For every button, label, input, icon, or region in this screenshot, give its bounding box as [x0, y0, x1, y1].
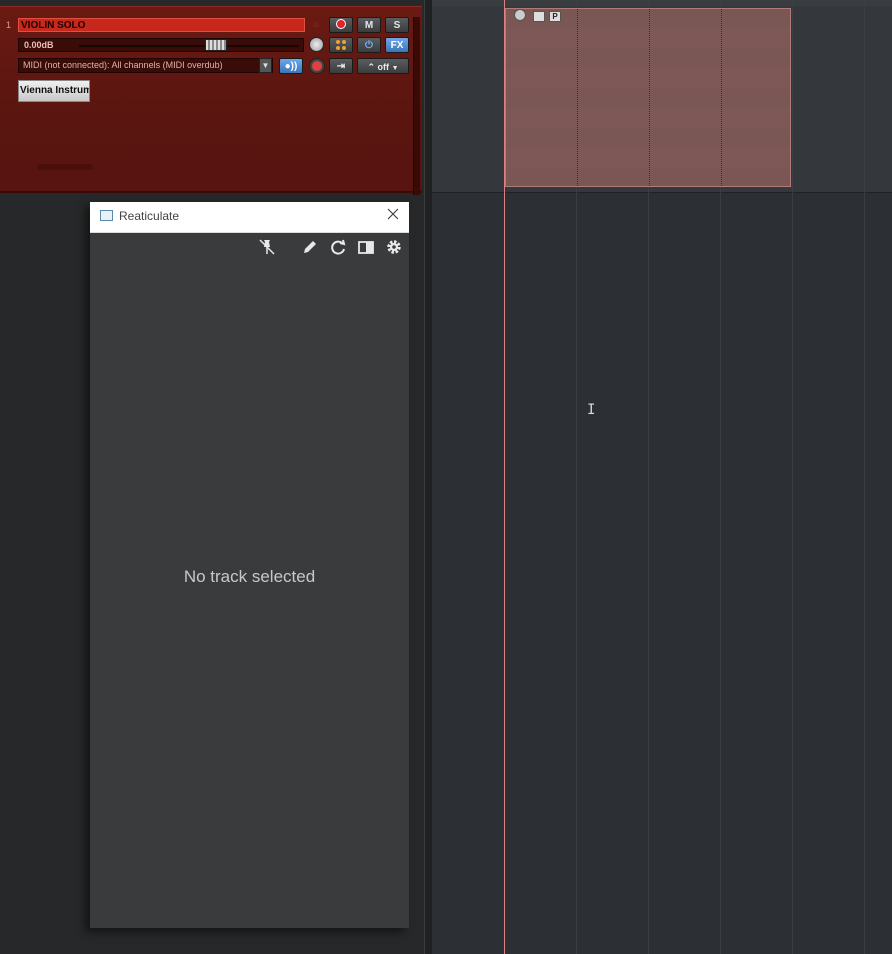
empty-state-message: No track selected [183, 567, 316, 586]
pan-knob[interactable] [309, 37, 324, 52]
record-monitor-button[interactable] [309, 58, 325, 74]
refresh-icon [331, 239, 346, 255]
volume-fader-thumb[interactable] [205, 39, 227, 51]
fx-button[interactable]: FX [385, 37, 409, 53]
io-icon: ⇥ [336, 61, 346, 72]
record-mode-icon [312, 61, 322, 71]
record-arm-button[interactable] [329, 17, 353, 33]
automation-mode-button[interactable]: ⌃ off ▼ [357, 58, 409, 74]
grid-line [792, 0, 793, 954]
routing-button[interactable] [329, 37, 353, 53]
arrange-view[interactable]: P I [432, 0, 892, 954]
close-button[interactable] [382, 205, 404, 227]
pin-icon [259, 239, 275, 255]
sidebar-toggle-button[interactable] [356, 237, 376, 257]
reaticulate-window[interactable]: Reaticulate No track selected [90, 202, 409, 928]
item-properties-icon[interactable]: P [549, 11, 561, 22]
pencil-icon [304, 241, 316, 253]
pin-button[interactable] [257, 237, 277, 257]
solo-button[interactable]: S [385, 17, 409, 33]
record-icon [336, 19, 346, 30]
track-header[interactable]: 1 VIOLIN SOLO ⌀ M S 0.00dB ⏻ FX MIDI (no… [0, 6, 422, 195]
refresh-button[interactable] [328, 237, 348, 257]
power-icon: ⏻ [365, 40, 373, 51]
volume-fader[interactable]: 0.00dB [18, 38, 304, 52]
input-select[interactable]: MIDI (not connected): All channels (MIDI… [18, 58, 273, 73]
text-cursor-icon: I [587, 402, 596, 418]
chevron-down-icon: ▼ [391, 65, 399, 72]
item-pooled-icon[interactable] [533, 11, 545, 22]
automation-mode-label: off [377, 62, 390, 72]
routing-icon [336, 40, 346, 50]
edit-cursor-line [504, 0, 505, 954]
phase-icon: ⌀ [313, 19, 320, 30]
midi-item[interactable]: P [505, 8, 791, 187]
volume-readout: 0.00dB [24, 40, 54, 50]
item-beat-line [577, 9, 578, 186]
plugin-button[interactable]: Vienna Instrume [18, 80, 90, 102]
window-title: Reaticulate [119, 209, 180, 223]
panel-icon [358, 241, 374, 254]
track-decoration [37, 164, 93, 170]
speaker-icon: ●)) [284, 61, 298, 72]
track-scrollbar[interactable] [413, 17, 420, 195]
item-beat-line [721, 9, 722, 186]
monitor-button[interactable]: ●)) [279, 58, 303, 74]
mute-button[interactable]: M [357, 17, 381, 33]
fx-bypass-button[interactable]: ⏻ [357, 37, 381, 53]
input-label: MIDI (not connected): All channels (MIDI… [23, 60, 223, 70]
reaticulate-titlebar[interactable]: Reaticulate [90, 202, 409, 233]
grid-line [864, 0, 865, 954]
envelope-icon: ⌃ [367, 62, 376, 72]
track-number: 1 [6, 20, 12, 30]
io-button[interactable]: ⇥ [329, 58, 353, 74]
settings-button[interactable] [384, 237, 404, 257]
app-icon [100, 210, 113, 221]
edit-button[interactable] [300, 237, 320, 257]
track-name-field[interactable]: VIOLIN SOLO [18, 18, 305, 32]
item-beat-line [649, 9, 650, 186]
volume-fader-track [79, 45, 299, 47]
gear-icon [387, 240, 401, 254]
close-icon [387, 208, 399, 220]
chevron-down-icon[interactable]: ▼ [259, 58, 272, 73]
item-lock-icon[interactable] [514, 9, 526, 21]
